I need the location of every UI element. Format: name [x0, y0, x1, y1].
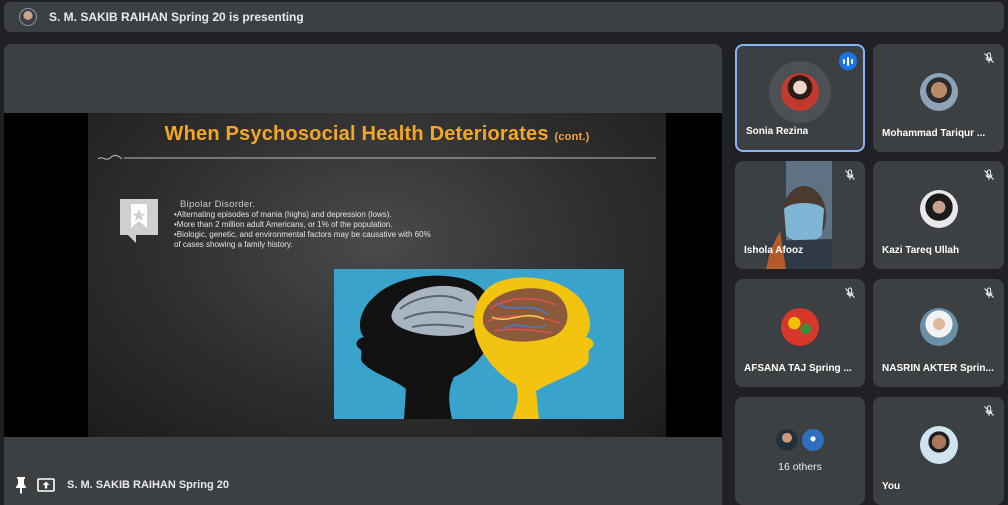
- participant-name: You: [882, 481, 901, 492]
- brain-silhouettes-image: [334, 269, 624, 419]
- participant-name: Kazi Tareq Ullah: [882, 245, 960, 256]
- slide-bullet: •Biologic, genetic, and environmental fa…: [174, 230, 431, 239]
- slide-title-text: When Psychosocial Health Deteriorates: [164, 123, 549, 145]
- participant-tile-ishola-afooz[interactable]: Ishola Afooz: [735, 161, 865, 269]
- avatar: [774, 427, 800, 453]
- avatar: [781, 308, 819, 346]
- slide-title-underline: [97, 155, 656, 160]
- pin-icon[interactable]: [14, 476, 28, 494]
- slide-bullet: •Alternating episodes of mania (highs) a…: [174, 210, 392, 219]
- presenting-banner: S. M. SAKIB RAIHAN Spring 20 is presenti…: [4, 2, 1004, 32]
- presentation-stage[interactable]: When Psychosocial Health Deteriorates (c…: [4, 44, 722, 505]
- slide-title: When Psychosocial Health Deteriorates (c…: [88, 123, 666, 146]
- slide: When Psychosocial Health Deteriorates (c…: [88, 113, 666, 437]
- bookmark-star-icon: [120, 199, 158, 243]
- others-avatars: [774, 427, 828, 453]
- participant-name: Sonia Rezina: [746, 126, 809, 137]
- participant-name: Mohammad Tariqur ...: [882, 128, 986, 139]
- slide-bullets: •Alternating episodes of mania (highs) a…: [174, 210, 514, 250]
- presenter-name: S. M. SAKIB RAIHAN Spring 20: [67, 479, 229, 491]
- mic-muted-icon: [845, 169, 855, 180]
- presenting-banner-text: S. M. SAKIB RAIHAN Spring 20 is presenti…: [49, 10, 304, 24]
- mic-muted-icon: [984, 52, 994, 63]
- present-screen-icon[interactable]: [37, 478, 55, 492]
- participant-name: NASRIN AKTER Sprin...: [882, 363, 994, 374]
- participant-tile-others[interactable]: 16 others: [735, 397, 865, 505]
- participant-name: AFSANA TAJ Spring ...: [744, 363, 852, 374]
- slide-bullet: of cases showing a family history.: [174, 240, 293, 249]
- mic-muted-icon: [984, 287, 994, 298]
- mic-muted-icon: [984, 169, 994, 180]
- slide-viewport: When Psychosocial Health Deteriorates (c…: [4, 113, 722, 437]
- participant-tile-sonia-rezina[interactable]: Sonia Rezina: [735, 44, 865, 152]
- avatar: [781, 73, 819, 111]
- avatar: [919, 190, 958, 228]
- participant-tile-kazi-tareq-ullah[interactable]: Kazi Tareq Ullah: [873, 161, 1004, 269]
- avatar: [919, 308, 958, 346]
- participant-tile-you[interactable]: You: [873, 397, 1004, 505]
- presenter-avatar: [19, 8, 37, 26]
- avatar: [919, 426, 958, 464]
- others-count: 16 others: [778, 461, 822, 473]
- mic-muted-icon: [984, 405, 994, 416]
- mic-muted-icon: [845, 287, 855, 298]
- avatar: [919, 73, 958, 111]
- slide-title-suffix: (cont.): [554, 131, 590, 143]
- avatar: [800, 427, 826, 453]
- presenter-bar: S. M. SAKIB RAIHAN Spring 20: [4, 465, 722, 505]
- slide-bullet: •More than 2 million adult Americans, or…: [174, 220, 393, 229]
- participant-tile-mohammad-tariqur[interactable]: Mohammad Tariqur ...: [873, 44, 1004, 152]
- participant-name: Ishola Afooz: [744, 245, 804, 256]
- speaking-indicator-icon: [839, 52, 857, 70]
- participant-tile-nasrin-akter[interactable]: NASRIN AKTER Sprin...: [873, 279, 1004, 387]
- participant-tile-afsana-taj[interactable]: AFSANA TAJ Spring ...: [735, 279, 865, 387]
- slide-heading: Bipolar Disorder.: [180, 199, 256, 210]
